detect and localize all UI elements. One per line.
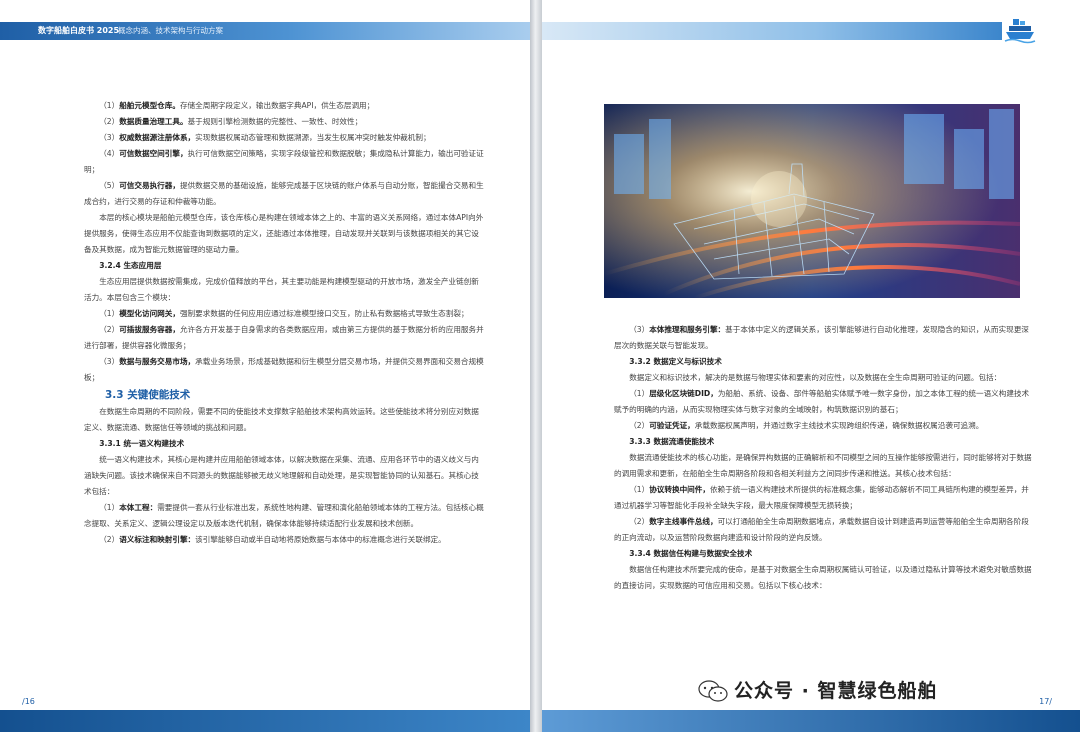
section-heading: 3.3.3 数据流通使能技术 xyxy=(629,437,715,446)
section-heading-major: 3.3 关键使能技术 xyxy=(105,389,191,401)
section-heading: 3.3.2 数据定义与标识技术 xyxy=(629,357,722,366)
paragraph: （5）可信交易执行器，提供数据交易的基础设施，能够完成基于区块链的账户体系与自动… xyxy=(84,181,484,206)
chapter-title: 概念内涵、技术架构与行动方案 xyxy=(118,26,223,35)
paragraph: 数据定义和标识技术，解决的是数据与物理实体和要素的对应性，以及数据在全生命周期可… xyxy=(629,373,1002,382)
paragraph: （2）数字主线事件总线，可以打通船舶全生命周期数据堵点，承载数据自设计到建造再到… xyxy=(614,517,1029,542)
watermark-text: 公众号 · 智慧绿色船舶 xyxy=(734,680,938,702)
paragraph: （2）语义标注和映射引擎：该引擎能够自动或半自动地将原始数据与本体中的标准概念进… xyxy=(99,535,446,544)
digital-ship-illustration xyxy=(604,104,1020,298)
right-page: （3）本体推理和服务引擎：基于本体中定义的逻辑关系，该引擎能够进行自动化推理，发… xyxy=(542,0,1080,732)
paragraph: （2）数据质量治理工具。基于规则引擎检测数据的完整性、一致性、时效性； xyxy=(99,117,363,126)
paragraph: （3）本体推理和服务引擎：基于本体中定义的逻辑关系，该引擎能够进行自动化推理，发… xyxy=(614,325,1029,350)
document-spread: 数字船舶白皮书 2025 概念内涵、技术架构与行动方案 （1）船舶元模型仓库。存… xyxy=(0,0,1080,732)
section-heading: 3.3.4 数据信任构建与数据安全技术 xyxy=(629,549,753,558)
paragraph: （1）模型化访问网关，强制要求数据的任何应用应通过标准模型接口交互，防止私有数据… xyxy=(99,309,469,318)
book-title: 数字船舶白皮书 2025 xyxy=(38,26,120,35)
page-number: ∕16 xyxy=(22,697,35,706)
header-band xyxy=(542,22,1002,40)
left-body-text: （1）船舶元模型仓库。存储全周期字段定义，输出数据字典API，供生态层调用； （… xyxy=(84,98,484,548)
paragraph: （4）可信数据空间引擎，执行可信数据空间策略，实现字段级管控和数据脱敏；集成隐私… xyxy=(84,149,484,174)
paragraph: 在数据生命周期的不同阶段，需要不同的使能技术支撑数字船舶技术架构高效运转。这些使… xyxy=(84,407,479,432)
left-page: 数字船舶白皮书 2025 概念内涵、技术架构与行动方案 （1）船舶元模型仓库。存… xyxy=(0,0,530,732)
paragraph: （1）层级化区块链DID，为船舶、系统、设备、部件等船舶实体赋予唯一数字身份，加… xyxy=(614,389,1030,414)
ship-logo-icon xyxy=(1004,19,1036,44)
section-heading: 3.2.4 生态应用层 xyxy=(99,261,162,270)
right-body-text: （3）本体推理和服务引擎：基于本体中定义的逻辑关系，该引擎能够进行自动化推理，发… xyxy=(614,322,1034,594)
paragraph: 本层的核心模块是船舶元模型仓库，该仓库核心是构建在领域本体之上的、丰富的语义关系… xyxy=(84,213,484,254)
book-gutter xyxy=(530,0,542,732)
paragraph: 数据信任构建技术所要完成的使命，是基于对数据全生命周期权属链认可验证，以及通过隐… xyxy=(614,565,1032,590)
section-heading: 3.3.1 统一语义构建技术 xyxy=(99,439,185,448)
paragraph: 统一语义构建技术，其核心是构建并应用船舶领域本体，以解决数据在采集、流通、应用各… xyxy=(84,455,479,496)
paragraph: （1）协议转换中间件，依赖于统一语义构建技术所提供的标准概念集，能够动态解析不同… xyxy=(614,485,1029,510)
wechat-icon xyxy=(698,680,728,702)
paragraph: （1）本体工程：需要提供一套从行业标准出发，系统性地构建、管理和演化船舶领域本体… xyxy=(84,503,484,528)
header-band: 数字船舶白皮书 2025 概念内涵、技术架构与行动方案 xyxy=(0,22,530,40)
footer-band xyxy=(0,710,530,732)
paragraph: （3）数据与服务交易市场，承载业务场景，形成基础数据和衍生模型分层交易市场，并提… xyxy=(84,357,484,382)
paragraph: （2）可插拔服务容器，允许各方开发基于自身需求的各类数据应用，或由第三方提供的基… xyxy=(84,325,484,350)
paragraph: （2）可验证凭证，承载数据权属声明，并通过数字主线技术实现跨组织传递，确保数据权… xyxy=(629,421,984,430)
footer-band xyxy=(542,710,1080,732)
paragraph: （3）权威数据源注册体系，实现数据权属动态管理和数据溯源，当发生权属冲突时触发仲… xyxy=(99,133,431,142)
paragraph: （1）船舶元模型仓库。存储全周期字段定义，输出数据字典API，供生态层调用； xyxy=(99,101,375,110)
paragraph: 生态应用层提供数据按需集成，完成价值释放的平台，其主要功能是构建模型驱动的开放市… xyxy=(84,277,479,302)
page-number: 17∕ xyxy=(1039,697,1052,706)
paragraph: 数据流通使能技术的核心功能，是确保异构数据的正确解析和不同模型之间的互操作能够按… xyxy=(614,453,1032,478)
